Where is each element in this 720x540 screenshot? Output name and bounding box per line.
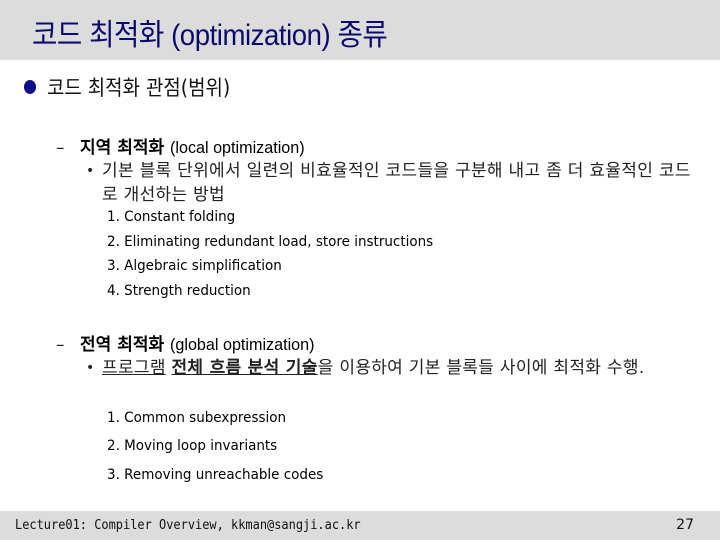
local-item: 4. Strength reduction	[107, 283, 251, 299]
global-heading: – 전역 최적화 (global optimization)	[56, 330, 322, 355]
global-desc-bold: 전체 흐름 분석 기술	[171, 358, 318, 378]
global-item: 3. Removing unreachable codes	[107, 467, 324, 483]
local-item: 2. Eliminating redundant load, store ins…	[107, 234, 434, 250]
bullet-scope: 코드 최적화 관점(범위)	[20, 72, 251, 102]
footer-text: Lecture01: Compiler Overview, kkman@sang…	[15, 518, 361, 533]
local-item: 1. Constant folding	[107, 209, 236, 225]
dash-icon: –	[56, 138, 65, 158]
page-number: 27	[676, 517, 694, 533]
local-description-text: 기본 블록 단위에서 일련의 비효율적인 코드들을 구분해 내고 좀 더 효율적…	[102, 161, 691, 205]
global-description-text: 프로그램 전체 흐름 분석 기술을 이용하여 기본 블록들 사이에 최적화 수행…	[102, 356, 696, 380]
bullet-scope-text: 코드 최적화 관점(범위)	[47, 76, 231, 100]
slide-title: 코드 최적화 (optimization) 종류	[32, 19, 388, 52]
local-heading: – 지역 최적화 (local optimization)	[56, 133, 312, 158]
local-description: • 기본 블록 단위에서 일련의 비효율적인 코드들을 구분해 내고 좀 더 효…	[86, 159, 696, 207]
global-heading-bold: 전역 최적화	[80, 335, 165, 355]
global-desc-part1: 프로그램	[102, 358, 166, 378]
global-item: 2. Moving loop invariants	[107, 438, 278, 454]
global-description: • 프로그램 전체 흐름 분석 기술을 이용하여 기본 블록들 사이에 최적화 …	[86, 356, 696, 380]
global-heading-paren: (global optimization)	[170, 335, 315, 354]
bullet-dot-icon	[24, 80, 36, 94]
local-heading-paren: (local optimization)	[170, 138, 305, 157]
local-item: 3. Algebraic simplification	[107, 258, 282, 274]
global-desc-part2: 을 이용하여 기본 블록들 사이에 최적화 수행.	[317, 358, 645, 378]
bullet-icon: •	[86, 360, 95, 376]
bullet-icon: •	[86, 163, 95, 179]
dash-icon: –	[56, 335, 65, 355]
local-heading-bold: 지역 최적화	[80, 138, 165, 158]
global-item: 1. Common subexpression	[107, 410, 287, 426]
